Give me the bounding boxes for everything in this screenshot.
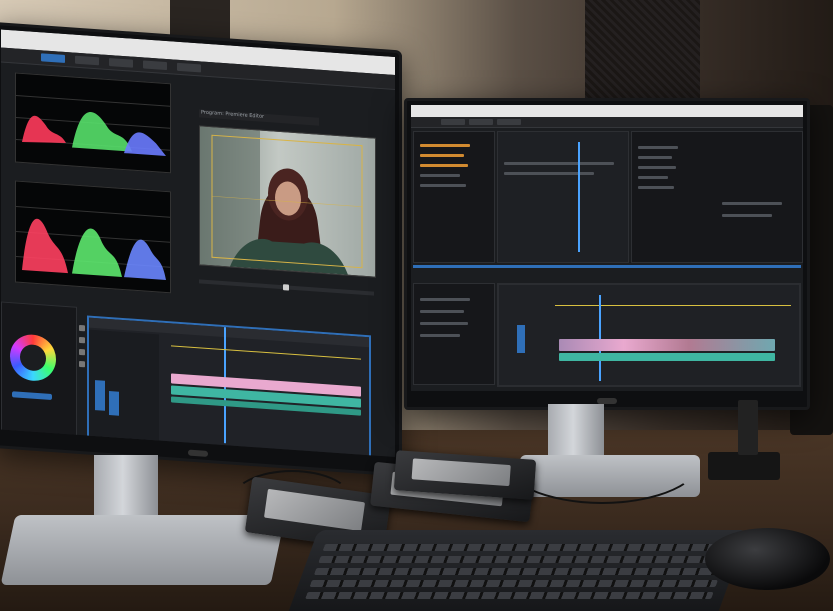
list-item[interactable] (504, 162, 614, 165)
device-stand (738, 400, 758, 455)
play-icon[interactable] (283, 284, 289, 291)
selection-tool-icon[interactable] (79, 324, 85, 332)
audio-meter (517, 325, 525, 353)
list-item[interactable] (722, 214, 772, 217)
text-tool-icon[interactable] (79, 360, 85, 368)
left-screen: Program: Premiere Editor (1, 29, 395, 458)
list-item[interactable] (420, 322, 468, 325)
list-item[interactable] (420, 144, 470, 147)
computer-mouse (705, 528, 830, 590)
program-tab[interactable]: Program: Premiere Editor (199, 109, 319, 126)
lumetri-color-panel (1, 301, 77, 439)
timeline-panel[interactable] (497, 283, 801, 387)
color-slider[interactable] (12, 391, 52, 401)
effects-panel (631, 131, 803, 263)
window-title-bar (411, 105, 803, 117)
work-area-bar (171, 345, 361, 360)
left-monitor: Program: Premiere Editor (0, 22, 402, 477)
list-item[interactable] (420, 334, 460, 337)
key-row (322, 544, 732, 551)
list-item[interactable] (638, 166, 676, 169)
workspace-tabs (411, 117, 803, 128)
workspace-tab[interactable] (177, 62, 201, 73)
list-item[interactable] (420, 164, 468, 167)
panel-divider (413, 265, 801, 268)
list-item[interactable] (420, 298, 470, 301)
workspace-tab[interactable] (497, 119, 521, 125)
source-playhead[interactable] (578, 142, 580, 252)
list-item[interactable] (638, 156, 672, 159)
list-item[interactable] (420, 184, 466, 187)
list-item[interactable] (722, 202, 782, 205)
list-item[interactable] (420, 310, 464, 313)
source-panel (497, 131, 629, 263)
right-monitor (404, 98, 810, 410)
list-item[interactable] (638, 146, 678, 149)
key-row (309, 580, 718, 587)
workspace-tab[interactable] (143, 60, 167, 71)
list-item[interactable] (420, 154, 464, 157)
key-row (318, 556, 727, 563)
list-item[interactable] (638, 186, 674, 189)
video-frame-person (200, 126, 363, 275)
track-headers (89, 329, 159, 443)
workspace-tab[interactable] (41, 53, 65, 63)
photo-scene: Program: Premiere Editor (0, 0, 833, 611)
key-row (313, 568, 723, 575)
list-item[interactable] (420, 174, 460, 177)
razor-tool-icon[interactable] (79, 336, 85, 344)
color-wheel-icon[interactable] (10, 333, 56, 383)
list-item[interactable] (504, 172, 594, 175)
hand-tool-icon[interactable] (79, 348, 85, 356)
audio-meter (109, 391, 119, 416)
workspace-tab[interactable] (75, 55, 99, 66)
workspace-tab[interactable] (441, 119, 465, 125)
right-screen (411, 105, 803, 391)
timeline-playhead[interactable] (599, 295, 601, 381)
program-tab-label: Program: Premiere Editor (201, 109, 265, 120)
list-item[interactable] (638, 176, 668, 179)
left-stand-base (0, 515, 286, 585)
audio-meter (95, 380, 105, 411)
keyboard (281, 530, 749, 611)
video-clip[interactable] (559, 339, 775, 351)
monitor-logo-icon (188, 449, 208, 457)
project-panel (413, 131, 495, 263)
timeline-panel[interactable] (87, 315, 371, 458)
workspace-tab[interactable] (109, 58, 133, 68)
program-monitor-video (199, 125, 376, 278)
parade-graph (16, 206, 170, 281)
device-box (708, 452, 780, 480)
work-area-bar (555, 305, 791, 306)
waveform-graph (16, 95, 170, 157)
media-browser-panel (413, 283, 495, 385)
workspace-tab[interactable] (469, 119, 493, 125)
rgb-parade-scope (15, 180, 171, 294)
key-row (305, 592, 714, 599)
audio-clip[interactable] (559, 353, 775, 361)
waveform-scope (15, 72, 171, 174)
